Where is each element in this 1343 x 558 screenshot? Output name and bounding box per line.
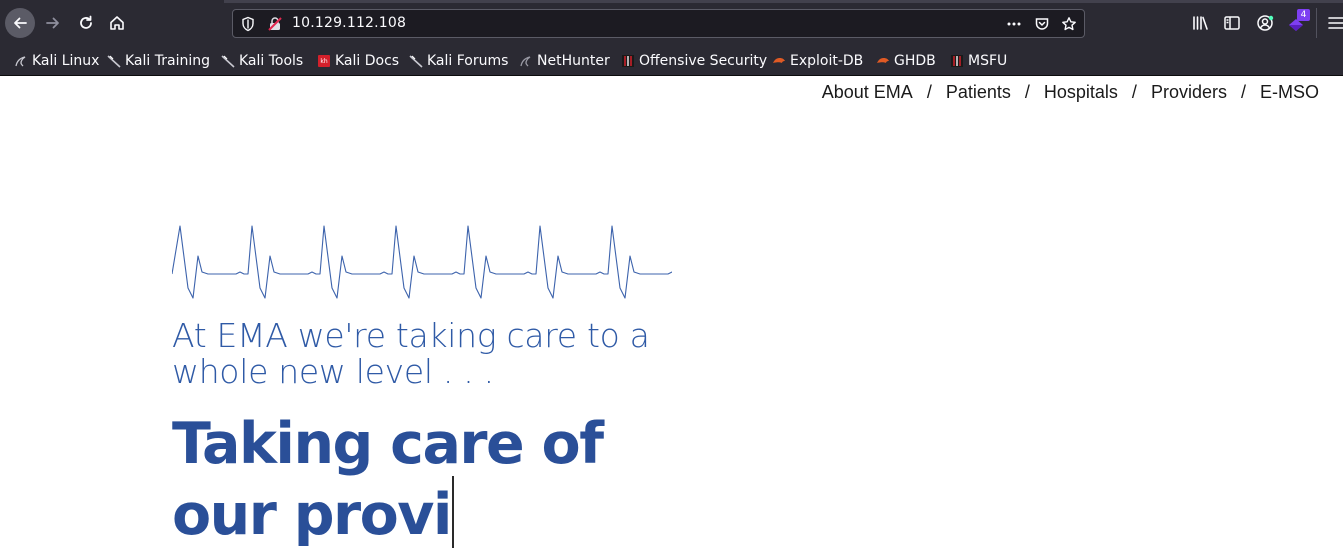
- nav-separator: /: [926, 81, 932, 102]
- browser-toolbar: 10.129.112.108 4: [0, 0, 1343, 46]
- typing-caret: [451, 476, 454, 548]
- kali-dragon-icon: [107, 55, 121, 68]
- nav-about-ema[interactable]: About EMA: [822, 82, 913, 103]
- reload-icon: [80, 15, 92, 29]
- reload-button[interactable]: [71, 8, 101, 38]
- bookmark-kali-linux[interactable]: Kali Linux: [14, 51, 99, 71]
- shield-icon[interactable]: [240, 16, 256, 32]
- bookmarks-toolbar: Kali Linux Kali Training Kali Tools kh K…: [0, 46, 1343, 76]
- arrow-left-icon: [14, 17, 27, 29]
- nav-patients[interactable]: Patients: [946, 82, 1011, 103]
- nav-separator: /: [1131, 81, 1137, 102]
- hero-headline: Taking care of our provi: [172, 412, 692, 548]
- bookmark-kali-tools[interactable]: Kali Tools: [221, 51, 303, 71]
- nav-separator: /: [1024, 81, 1030, 102]
- hero-tagline: At EMA we're taking care to a whole new …: [172, 316, 650, 391]
- site-nav: About EMA / Patients / Hospitals / Provi…: [822, 80, 1319, 104]
- bookmark-msfu[interactable]: MSFU: [950, 51, 1007, 71]
- account-icon[interactable]: [1255, 13, 1275, 33]
- tab-strip-edge: [224, 0, 1343, 3]
- nav-hospitals[interactable]: Hospitals: [1044, 82, 1118, 103]
- forward-button[interactable]: [38, 8, 68, 38]
- library-icon[interactable]: [1190, 13, 1210, 33]
- extension-button[interactable]: 4: [1286, 9, 1312, 35]
- arrow-right-icon: [46, 17, 59, 29]
- more-actions-icon[interactable]: [1006, 16, 1022, 32]
- heartbeat-line: [172, 225, 672, 299]
- bookmark-star-icon[interactable]: [1061, 16, 1077, 32]
- url-text[interactable]: 10.129.112.108: [292, 15, 406, 31]
- headline-line-2: our provi: [172, 476, 692, 548]
- bookmark-offensive-security[interactable]: Offensive Security: [621, 51, 767, 71]
- svg-text:kh: kh: [320, 58, 327, 65]
- exploit-db-icon: [877, 58, 889, 63]
- offsec-icon: [622, 55, 634, 67]
- nav-e-mso[interactable]: E-MSO: [1260, 82, 1319, 103]
- nav-separator: /: [1240, 81, 1246, 102]
- extension-badge: 4: [1297, 9, 1310, 21]
- insecure-lock-icon[interactable]: [267, 16, 283, 32]
- headline-line-1: Taking care of: [172, 411, 604, 477]
- kali-dragon-icon: [15, 56, 26, 67]
- kali-dragon-icon: [221, 55, 235, 68]
- headline-line-2-text: our provi: [172, 482, 452, 548]
- sidebar-icon[interactable]: [1222, 13, 1242, 33]
- bookmark-kali-forums[interactable]: Kali Forums: [409, 51, 508, 71]
- bookmark-kali-docs[interactable]: kh Kali Docs: [317, 51, 399, 71]
- bookmark-ghdb[interactable]: GHDB: [876, 51, 936, 71]
- hamburger-menu-icon[interactable]: [1326, 13, 1343, 33]
- bookmark-exploit-db[interactable]: Exploit-DB: [772, 51, 863, 71]
- back-button[interactable]: [5, 8, 35, 38]
- home-button[interactable]: [102, 8, 132, 38]
- bookmark-kali-training[interactable]: Kali Training: [107, 51, 210, 71]
- pocket-icon[interactable]: [1034, 16, 1050, 32]
- offsec-icon: [951, 55, 963, 67]
- kali-docs-icon: kh: [318, 55, 330, 67]
- bookmark-nethunter[interactable]: NetHunter: [519, 51, 610, 71]
- kali-dragon-icon: [409, 55, 423, 68]
- home-icon: [110, 16, 124, 30]
- toolbar-divider: [1316, 8, 1317, 38]
- url-bar[interactable]: 10.129.112.108: [232, 9, 1085, 38]
- nav-providers[interactable]: Providers: [1151, 82, 1227, 103]
- exploit-db-icon: [773, 58, 785, 63]
- kali-dragon-icon: [520, 56, 531, 67]
